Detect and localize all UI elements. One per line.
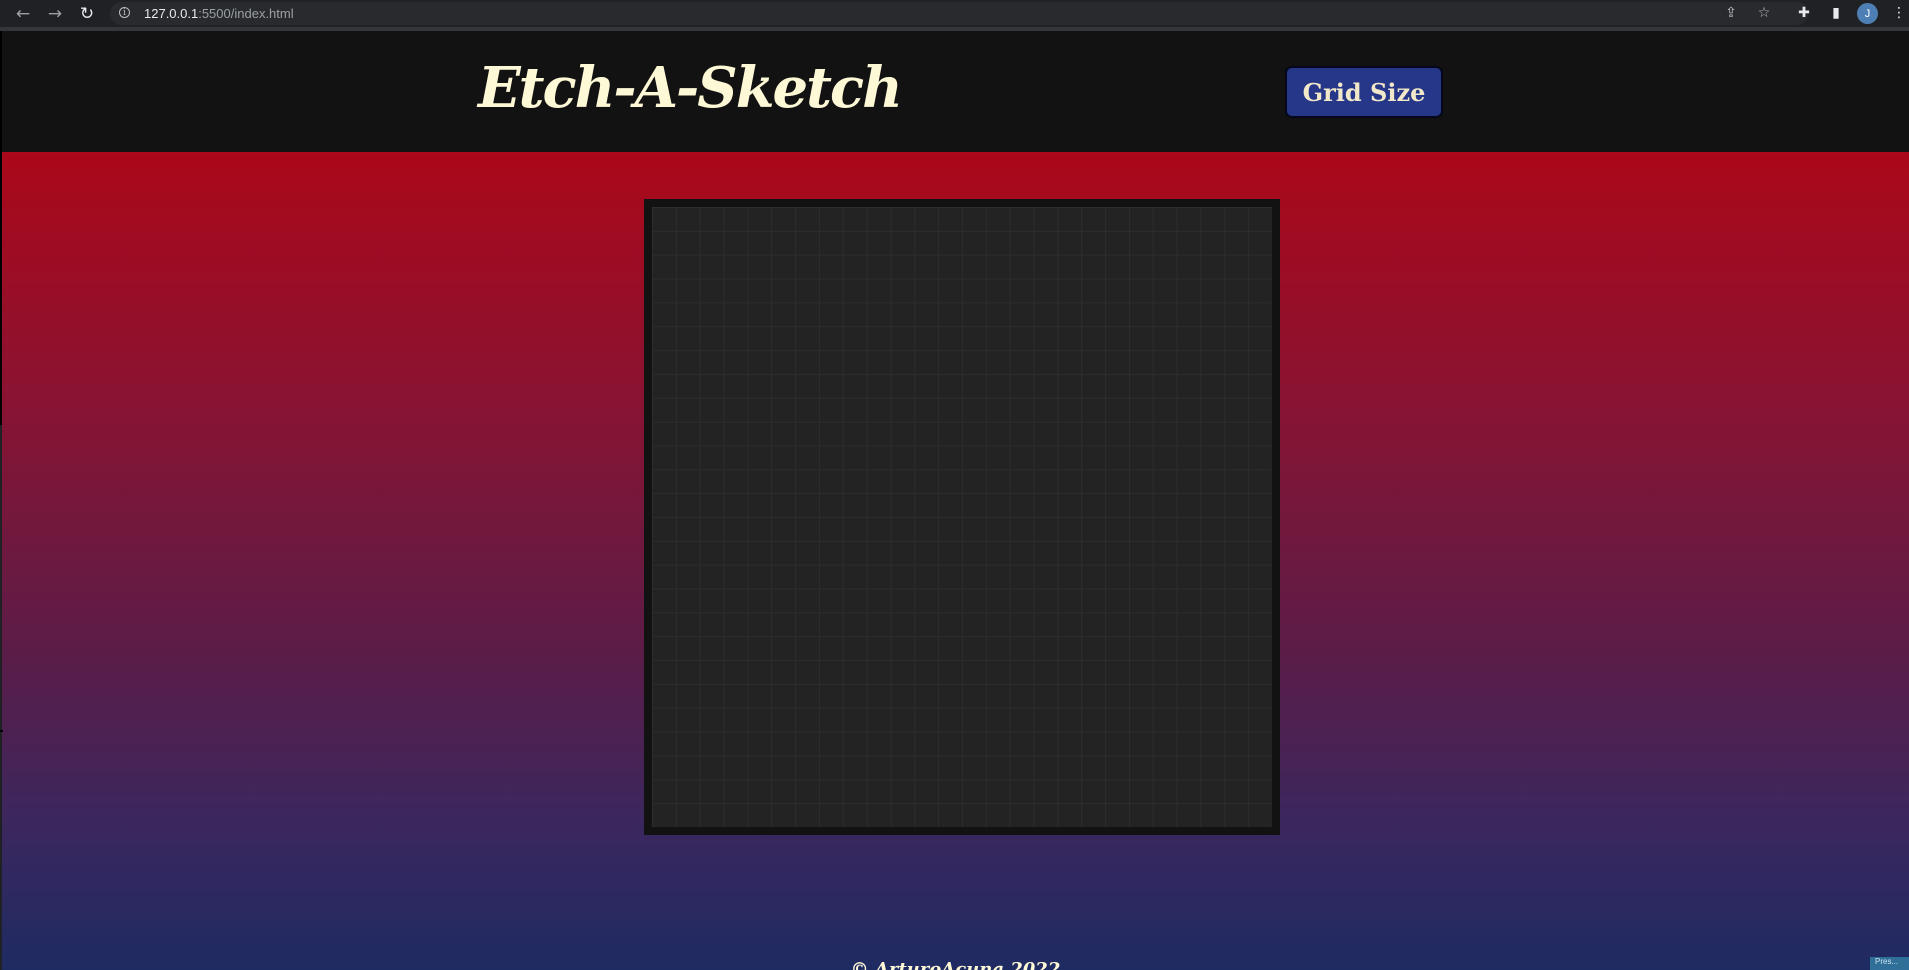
- profile-avatar[interactable]: J: [1857, 3, 1878, 24]
- left-edge-divider: [0, 31, 2, 425]
- site-header: Etch-A-Sketch Grid Size: [2, 31, 1909, 152]
- url-host: 127.0.0.1: [144, 6, 199, 21]
- forward-icon[interactable]: →: [44, 3, 66, 25]
- share-icon[interactable]: ⇪: [1721, 3, 1741, 23]
- back-icon[interactable]: ←: [12, 3, 34, 25]
- address-bar[interactable]: i 127.0.0.1:5500/index.html ⇪ ☆: [110, 2, 1808, 25]
- url-text[interactable]: 127.0.0.1:5500/index.html: [144, 6, 294, 21]
- browser-toolbar: ← → ↻ i 127.0.0.1:5500/index.html ⇪ ☆ ✚ …: [0, 0, 1909, 31]
- grid-size-button[interactable]: Grid Size: [1285, 66, 1443, 118]
- browser-menu-icon[interactable]: ⋮: [1892, 3, 1906, 23]
- page-title: Etch-A-Sketch: [478, 55, 903, 121]
- extensions-icon[interactable]: ✚: [1794, 3, 1814, 23]
- bookmark-star-icon[interactable]: ☆: [1754, 3, 1774, 23]
- left-edge-tick: [0, 730, 3, 732]
- sketchpad-frame: [644, 199, 1280, 835]
- sketchpad-grid[interactable]: [652, 207, 1272, 827]
- side-panel-icon[interactable]: ▮: [1826, 3, 1846, 23]
- main-area: © ArturoAcuna 2022: [2, 152, 1909, 970]
- site-info-icon[interactable]: i: [119, 7, 130, 18]
- url-path: :5500/index.html: [198, 6, 294, 21]
- page-viewport: Etch-A-Sketch Grid Size © ArturoAcuna 20…: [2, 31, 1909, 970]
- reload-icon[interactable]: ↻: [76, 3, 98, 25]
- footer-credit: © ArturoAcuna 2022: [850, 959, 1061, 970]
- corner-tab[interactable]: Pres...: [1870, 957, 1909, 970]
